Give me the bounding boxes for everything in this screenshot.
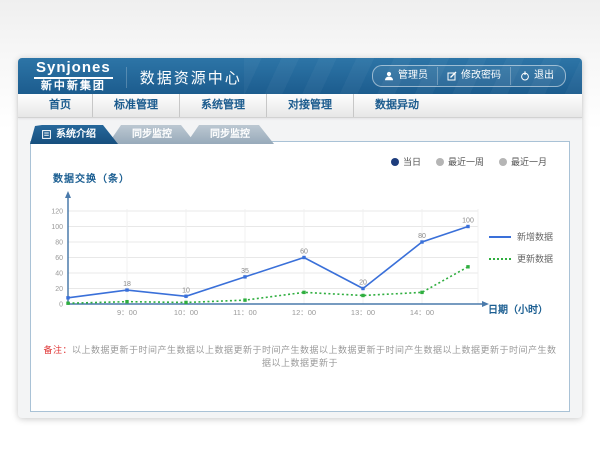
radio-last-week-dot [436,158,444,166]
radio-today-dot [391,158,399,166]
svg-text:14：00: 14：00 [410,308,434,317]
chart-legend: 新增数据 更新数据 [489,230,553,274]
svg-text:80: 80 [55,240,63,247]
radio-last-month-dot [499,158,507,166]
svg-text:40: 40 [55,271,63,278]
change-password-button[interactable]: 修改密码 [437,67,510,85]
user-icon [384,71,394,81]
change-password-label: 修改密码 [461,67,501,85]
nav-item-system-mgmt[interactable]: 系统管理 [179,94,266,117]
tab-sync-monitor-1[interactable]: 同步监控 [108,125,196,144]
page-title: 数据资源中心 [126,67,242,88]
admin-user-label: 管理员 [398,67,428,85]
svg-text:80: 80 [418,233,426,240]
chart-y-axis-title: 数据交换（条） [53,170,130,185]
svg-text:100: 100 [462,218,474,225]
tab-bar: 系统介绍 同步监控 同步监控 [30,125,582,144]
tab-system-intro-label: 系统介绍 [56,125,96,144]
main-nav: 首页 标准管理 系统管理 对接管理 数据异动 [18,94,582,118]
footnote: 备注：以上数据更新于时间产生数据以上数据更新于时间产生数据以上数据更新于时间产生… [41,343,559,369]
svg-text:60: 60 [55,255,63,262]
radio-today[interactable]: 当日 [391,155,421,168]
radio-last-week-label: 最近一周 [448,155,484,168]
dotted-line-icon [489,258,511,260]
nav-item-data-change[interactable]: 数据异动 [353,94,440,117]
nav-item-home[interactable]: 首页 [28,94,92,117]
nav-item-standard-mgmt[interactable]: 标准管理 [92,94,179,117]
logout-button[interactable]: 退出 [510,67,563,85]
app-header: Synjones 新中新集团 数据资源中心 管理员 修改密码 退出 [18,58,582,94]
tab-sync-monitor-1-label: 同步监控 [132,129,172,140]
footnote-text: 以上数据更新于时间产生数据以上数据更新于时间产生数据以上数据更新于时间产生数据以… [72,345,557,368]
footnote-label: 备注： [43,345,72,355]
radio-last-month[interactable]: 最近一月 [499,155,547,168]
radio-last-week[interactable]: 最近一周 [436,155,484,168]
svg-text:13：00: 13：00 [351,308,375,317]
chart-x-axis-title: 日期（小时） [488,301,548,316]
company-logo: Synjones 新中新集团 [34,60,113,92]
svg-text:60: 60 [300,249,308,256]
svg-text:20: 20 [55,286,63,293]
logo-company-text: 新中新集团 [41,81,106,92]
svg-text:35: 35 [241,268,249,275]
logout-label: 退出 [534,67,554,85]
svg-text:120: 120 [51,209,63,216]
svg-text:10：00: 10：00 [174,308,198,317]
user-toolbar: 管理员 修改密码 退出 [372,65,566,87]
legend-item-new-data[interactable]: 新增数据 [489,230,553,243]
svg-text:12：00: 12：00 [292,308,316,317]
legend-new-data-label: 新增数据 [517,230,553,243]
svg-text:0: 0 [59,302,63,309]
content-panel: 当日 最近一周 最近一月 数据交换（条） 0 20 40 60 80 100 120 9：00… [30,141,570,412]
line-chart: 0 20 40 60 80 100 120 9：00 10：00 11：00 12：00 13：00 1… [41,188,511,322]
power-icon [520,71,530,81]
document-icon [42,130,51,139]
app-window: Synjones 新中新集团 数据资源中心 管理员 修改密码 退出 首页 标准管… [18,58,582,418]
svg-text:20: 20 [359,280,367,287]
logo-brand-text: Synjones [34,60,113,79]
edit-icon [447,71,457,81]
radio-today-label: 当日 [403,155,421,168]
svg-text:11：00: 11：00 [233,308,257,317]
svg-text:18: 18 [123,281,131,288]
solid-line-icon [489,236,511,238]
svg-text:10: 10 [182,287,190,294]
svg-text:100: 100 [51,224,63,231]
svg-text:9：00: 9：00 [117,308,137,317]
radio-last-month-label: 最近一月 [511,155,547,168]
period-filter: 当日 最近一周 最近一月 [391,155,547,168]
tab-sync-monitor-2-label: 同步监控 [210,129,250,140]
tab-sync-monitor-2[interactable]: 同步监控 [186,125,274,144]
tab-system-intro[interactable]: 系统介绍 [30,125,118,144]
admin-user-button[interactable]: 管理员 [375,67,437,85]
legend-item-update-data[interactable]: 更新数据 [489,252,553,265]
nav-item-connect-mgmt[interactable]: 对接管理 [266,94,353,117]
legend-update-data-label: 更新数据 [517,252,553,265]
